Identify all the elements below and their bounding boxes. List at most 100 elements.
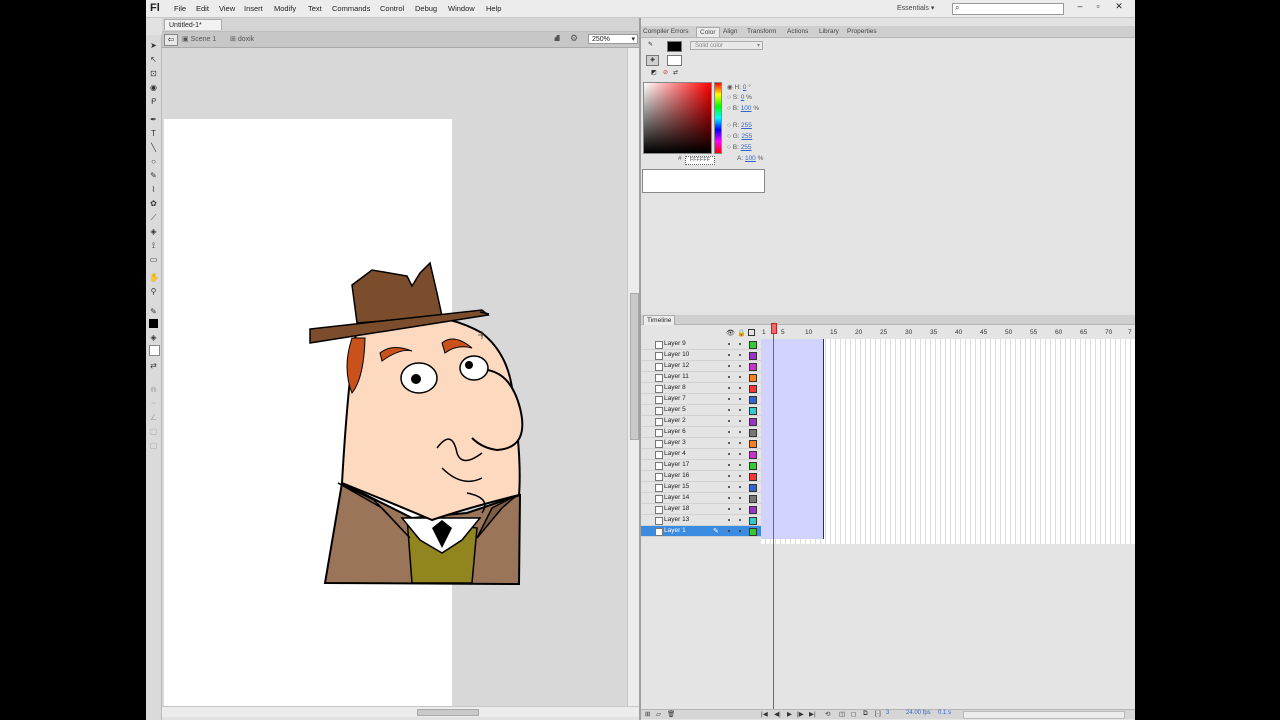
tab-library[interactable]: Library	[819, 27, 839, 36]
line-tool-icon[interactable]: ╲	[149, 143, 158, 152]
menu-modify[interactable]: Modify	[274, 4, 296, 13]
layer-row[interactable]: Layer 12	[641, 361, 761, 372]
text-tool-icon[interactable]: T	[149, 129, 158, 138]
visibility-dot[interactable]	[728, 453, 730, 455]
deco-tool-icon[interactable]: ✿	[149, 199, 158, 208]
eyedropper-tool-icon[interactable]: ⟟	[149, 241, 158, 250]
stroke-color-icon[interactable]: ✎	[149, 307, 158, 316]
green-field[interactable]: ○ G: 255	[727, 133, 752, 140]
stroke-color-swatch[interactable]	[149, 319, 158, 328]
new-layer-icon[interactable]: ⊞	[645, 710, 650, 718]
tab-actions[interactable]: Actions	[787, 27, 808, 36]
help-search-input[interactable]: ⌕	[952, 3, 1064, 15]
lasso-tool-icon[interactable]: ᑭ	[149, 97, 158, 106]
character-drawing[interactable]	[162, 48, 627, 706]
layer-row[interactable]: Layer 16	[641, 471, 761, 482]
visibility-dot[interactable]	[728, 409, 730, 411]
red-field[interactable]: ○ R: 255	[727, 122, 752, 129]
minimize-button[interactable]: –	[1071, 1, 1089, 13]
frame-grid[interactable]	[761, 339, 1135, 544]
layer-outline-color[interactable]	[749, 429, 757, 437]
layer-row[interactable]: Layer 17	[641, 460, 761, 471]
hand-tool-icon[interactable]: ✋	[149, 273, 159, 282]
menu-help[interactable]: Help	[486, 4, 501, 13]
subselection-tool-icon[interactable]: ↖	[149, 55, 158, 64]
swap-colors-icon[interactable]: ⇄	[149, 361, 158, 370]
tab-properties[interactable]: Properties	[847, 27, 877, 36]
layer-outline-color[interactable]	[749, 506, 757, 514]
menu-insert[interactable]: Insert	[244, 4, 263, 13]
zoom-select[interactable]: 250% ▾	[588, 34, 638, 44]
menu-debug[interactable]: Debug	[415, 4, 437, 13]
straighten-icon[interactable]: ∠	[149, 413, 158, 422]
selection-tool-icon[interactable]: ➤	[149, 41, 158, 50]
layer-outline-color[interactable]	[749, 407, 757, 415]
layer-outline-color[interactable]	[749, 385, 757, 393]
layer-outline-color[interactable]	[749, 363, 757, 371]
hue-field[interactable]: ◉ H: 0 °	[727, 83, 751, 91]
menu-file[interactable]: File	[174, 4, 186, 13]
fill-bucket-icon[interactable]: ◈	[646, 55, 659, 66]
visibility-dot[interactable]	[728, 398, 730, 400]
breadcrumb-scene[interactable]: ▣ Scene 1	[182, 35, 216, 43]
lock-dot[interactable]	[739, 365, 741, 367]
layer-outline-color[interactable]	[749, 374, 757, 382]
menu-window[interactable]: Window	[448, 4, 475, 13]
oval-tool-icon[interactable]: ○	[149, 157, 158, 166]
saturation-field[interactable]: ○ S: 0 %	[727, 94, 752, 101]
lock-dot[interactable]	[739, 486, 741, 488]
paint-bucket-tool-icon[interactable]: ◈	[149, 227, 158, 236]
layer-row[interactable]: Layer 18	[641, 504, 761, 515]
layer-outline-color[interactable]	[749, 418, 757, 426]
lock-dot[interactable]	[739, 519, 741, 521]
layer-row[interactable]: Layer 7	[641, 394, 761, 405]
back-arrow-icon[interactable]: ⇦	[164, 34, 178, 46]
layer-row[interactable]: Layer 14	[641, 493, 761, 504]
layer-outline-color[interactable]	[749, 473, 757, 481]
restore-button[interactable]: ▫	[1089, 1, 1107, 13]
visibility-dot[interactable]	[728, 387, 730, 389]
stage-horizontal-scrollbar[interactable]	[162, 706, 639, 717]
layer-row[interactable]: Layer 13	[641, 515, 761, 526]
loop-icon[interactable]: ⟲	[825, 710, 830, 718]
new-folder-icon[interactable]: ▱	[656, 710, 661, 718]
edit-scene-icon[interactable]: ⛘	[554, 33, 560, 45]
pen-tool-icon[interactable]: ✒	[149, 115, 158, 124]
layer-outline-color[interactable]	[749, 396, 757, 404]
layer-row[interactable]: Layer 2	[641, 416, 761, 427]
current-frame[interactable]: 3	[886, 710, 889, 716]
visibility-dot[interactable]	[728, 343, 730, 345]
visibility-dot[interactable]	[728, 420, 730, 422]
alpha-field[interactable]: A: 100 %	[737, 155, 763, 162]
lock-dot[interactable]	[739, 475, 741, 477]
visibility-dot[interactable]	[728, 376, 730, 378]
layer-row[interactable]: Layer 10	[641, 350, 761, 361]
visibility-dot[interactable]	[728, 508, 730, 510]
visibility-dot[interactable]	[728, 442, 730, 444]
layer-outline-color[interactable]	[749, 341, 757, 349]
eraser-tool-icon[interactable]: ▭	[149, 255, 158, 264]
edit-multiple-icon[interactable]: ⧉	[863, 710, 868, 718]
swap-colors-icon[interactable]: ⇄	[673, 69, 678, 76]
snap-magnet-icon[interactable]: ⋒	[149, 385, 158, 394]
menu-edit[interactable]: Edit	[196, 4, 209, 13]
lock-dot[interactable]	[739, 398, 741, 400]
workspace-switcher[interactable]: Essentials ▾	[897, 4, 934, 12]
play-icon[interactable]: ▶	[787, 710, 792, 718]
lock-dot[interactable]	[739, 431, 741, 433]
onion-outline-icon[interactable]: ◻	[851, 710, 856, 718]
layer-outline-color[interactable]	[749, 495, 757, 503]
default-colors-icon[interactable]: ◩	[651, 69, 657, 76]
scrollbar-thumb[interactable]	[630, 293, 639, 440]
lock-dot[interactable]	[739, 453, 741, 455]
prev-frame-icon[interactable]: ◀|	[774, 710, 781, 718]
blue-field[interactable]: ○ B: 255	[727, 144, 752, 151]
close-button[interactable]: ✕	[1110, 1, 1128, 13]
bone-tool-icon[interactable]: ⟋	[149, 213, 158, 222]
lock-dot[interactable]	[739, 409, 741, 411]
tab-align[interactable]: Align	[723, 27, 737, 36]
visibility-dot[interactable]	[728, 365, 730, 367]
lock-dot[interactable]	[739, 464, 741, 466]
zoom-tool-icon[interactable]: ⚲	[149, 287, 158, 296]
layer-row[interactable]: Layer 15	[641, 482, 761, 493]
